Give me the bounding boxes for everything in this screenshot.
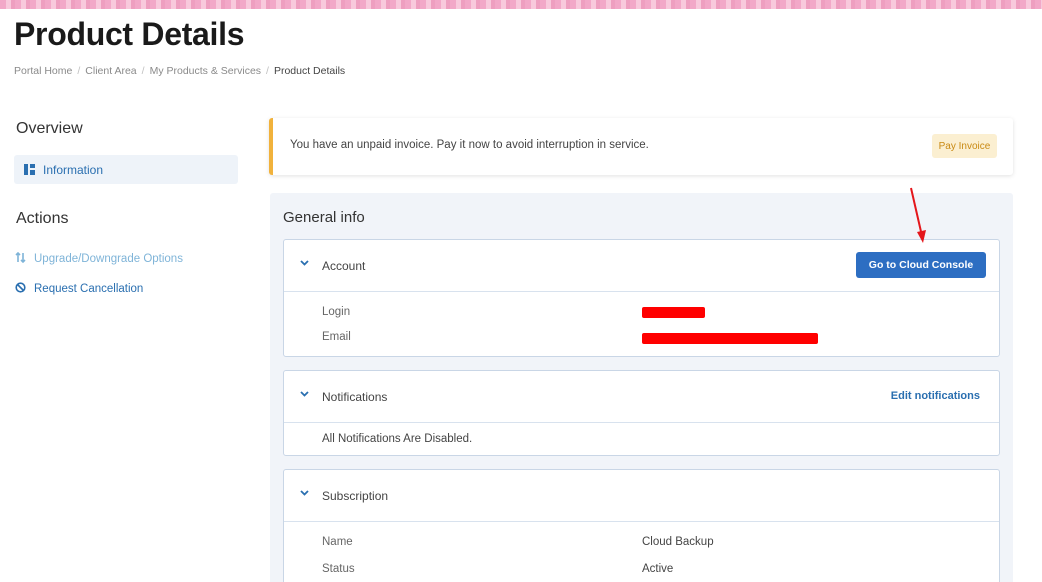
- status-value: Active: [642, 563, 674, 575]
- name-label: Name: [322, 536, 353, 548]
- notifications-title: Notifications: [322, 390, 388, 404]
- sidebar-item-label: Upgrade/Downgrade Options: [34, 253, 183, 265]
- login-value-redacted: [642, 307, 705, 318]
- sidebar-item-label: Information: [43, 162, 104, 177]
- chevron-down-icon: [300, 260, 309, 269]
- breadcrumb-client-area[interactable]: Client Area: [85, 65, 136, 77]
- breadcrumb-my-products[interactable]: My Products & Services: [150, 65, 261, 77]
- notifications-card-header[interactable]: Notifications Edit notifications: [284, 371, 999, 423]
- name-value: Cloud Backup: [642, 536, 714, 548]
- breadcrumb-current: Product Details: [273, 65, 346, 77]
- subscription-title: Subscription: [322, 489, 389, 503]
- general-info-panel: General info Account Go to Cloud Console…: [270, 193, 1013, 582]
- overview-heading: Overview: [16, 120, 83, 137]
- sort-arrows-icon: [15, 251, 26, 266]
- page-title: Product Details: [14, 16, 245, 52]
- sidebar-item-upgrade-downgrade[interactable]: Upgrade/Downgrade Options: [15, 251, 183, 266]
- login-label: Login: [322, 306, 351, 318]
- sidebar-item-label: Request Cancellation: [34, 283, 144, 295]
- actions-heading: Actions: [16, 210, 69, 227]
- unpaid-invoice-alert: You have an unpaid invoice. Pay it now t…: [269, 118, 1013, 175]
- account-card-header[interactable]: Account Go to Cloud Console: [284, 240, 999, 292]
- account-card: Account Go to Cloud Console Login Email: [283, 239, 1000, 357]
- decorative-top-strip: [0, 0, 1042, 9]
- sidebar-item-request-cancellation[interactable]: Request Cancellation: [15, 282, 143, 296]
- status-label: Status: [322, 563, 355, 575]
- email-label: Email: [322, 331, 351, 343]
- chevron-down-icon: [300, 391, 309, 400]
- notifications-card: Notifications Edit notifications All Not…: [283, 370, 1000, 456]
- go-to-cloud-console-button[interactable]: Go to Cloud Console: [856, 252, 986, 278]
- red-annotation-arrow: [910, 187, 926, 243]
- general-info-title: General info: [283, 209, 365, 226]
- edit-notifications-link[interactable]: Edit notifications: [891, 390, 980, 402]
- ban-icon: [15, 282, 26, 296]
- breadcrumb: Portal Home / Client Area / My Products & …: [14, 65, 346, 77]
- pay-invoice-button[interactable]: Pay Invoice: [932, 134, 997, 158]
- chevron-down-icon: [300, 490, 309, 499]
- email-value-redacted: [642, 333, 818, 344]
- subscription-card: Subscription Name Cloud Backup Status Ac…: [283, 469, 1000, 582]
- account-title: Account: [322, 259, 366, 273]
- dashboard-icon: [24, 164, 35, 175]
- subscription-card-header[interactable]: Subscription: [284, 470, 999, 522]
- notifications-status-text: All Notifications Are Disabled.: [322, 433, 473, 445]
- breadcrumb-portal-home[interactable]: Portal Home: [14, 65, 72, 77]
- alert-message: You have an unpaid invoice. Pay it now t…: [290, 139, 649, 151]
- sidebar-item-information[interactable]: Information: [14, 155, 238, 184]
